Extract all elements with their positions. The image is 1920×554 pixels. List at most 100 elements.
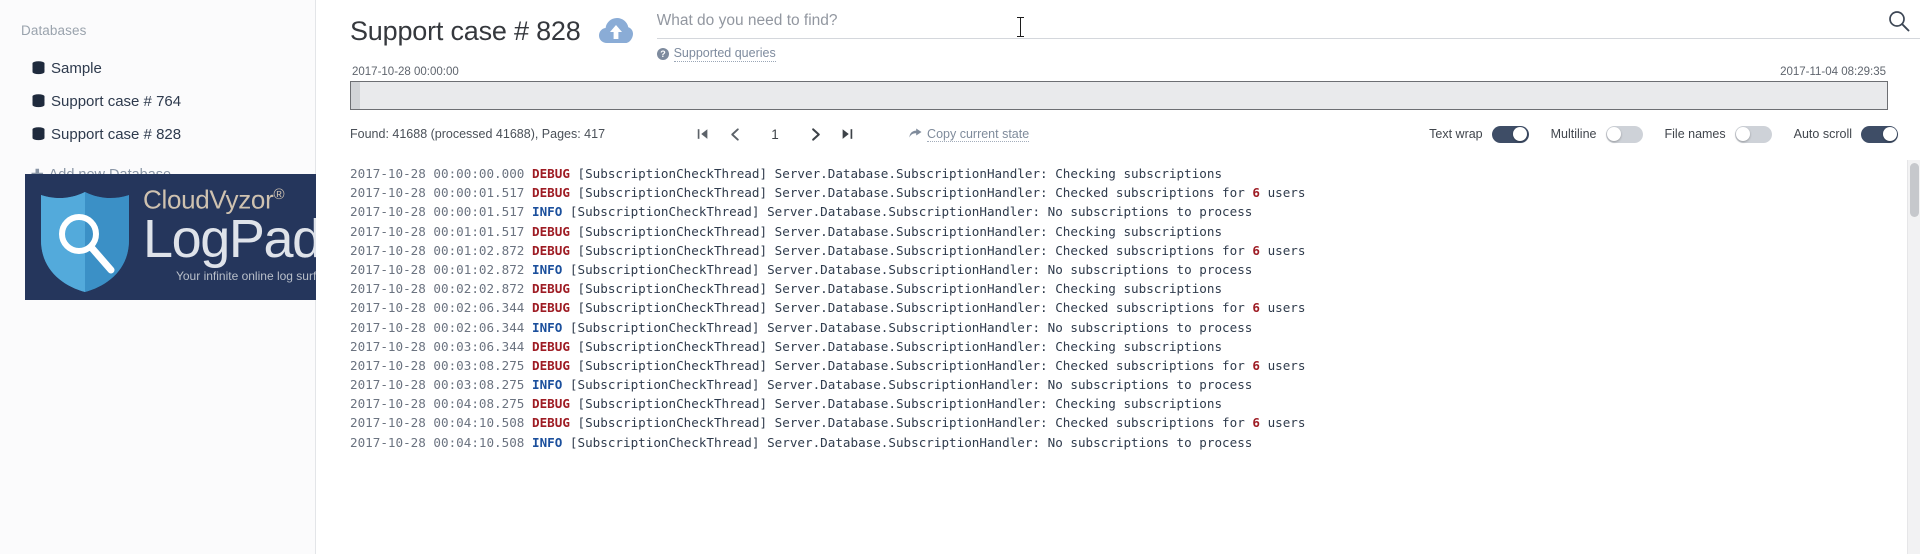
log-timestamp: 2017-10-28 00:00:01.517 — [350, 204, 525, 220]
database-item-1[interactable]: Support case # 764 — [0, 85, 315, 118]
supported-queries-link[interactable]: ? Supported queries — [656, 46, 776, 62]
log-logger: Server.Database.SubscriptionHandler: — [774, 242, 1048, 258]
log-thread: [SubscriptionCheckThread] — [569, 434, 760, 450]
next-page-button[interactable] — [801, 121, 829, 147]
log-logger: Server.Database.SubscriptionHandler: — [774, 300, 1048, 316]
log-thread: [SubscriptionCheckThread] — [577, 242, 768, 258]
log-line: 2017-10-28 00:03:08.275 INFO [Subscripti… — [350, 375, 1920, 394]
supported-queries-label: Supported queries — [673, 46, 776, 62]
log-level: DEBUG — [531, 166, 570, 181]
log-number: 6 — [1252, 415, 1260, 431]
timeline-end-label: 2017-11-04 08:29:35 — [1780, 66, 1886, 78]
previous-page-button[interactable] — [721, 121, 749, 147]
toggle-knob — [1607, 127, 1621, 141]
log-timestamp: 2017-10-28 00:03:08.275 — [350, 357, 525, 373]
log-message: Checking subscriptions — [1055, 166, 1223, 181]
sidebar: Databases Sample Support case # 764 Suppor… — [0, 0, 363, 554]
page-number-input[interactable]: 1 — [753, 127, 797, 142]
search-input[interactable] — [656, 10, 1920, 39]
log-message: No subscriptions to process — [1047, 319, 1253, 335]
log-message: Checking subscriptions — [1055, 338, 1223, 354]
search-button[interactable] — [1888, 10, 1910, 32]
log-thread: [SubscriptionCheckThread] — [577, 281, 768, 297]
log-thread: [SubscriptionCheckThread] — [577, 300, 768, 316]
database-icon — [32, 61, 45, 75]
toggle-knob — [1882, 127, 1897, 141]
log-logger: Server.Database.SubscriptionHandler: — [767, 261, 1041, 277]
log-thread: [SubscriptionCheckThread] — [577, 357, 768, 373]
log-thread: [SubscriptionCheckThread] — [569, 377, 760, 393]
log-thread: [SubscriptionCheckThread] — [577, 396, 768, 412]
log-logger: Server.Database.SubscriptionHandler: — [774, 166, 1048, 181]
timeline-start-label: 2017-10-28 00:00:00 — [352, 66, 459, 78]
log-message: No subscriptions to process — [1047, 434, 1253, 450]
log-timestamp: 2017-10-28 00:01:02.872 — [350, 261, 525, 277]
database-item-2[interactable]: Support case # 828 — [0, 118, 315, 151]
toggle-switch-auto-scroll[interactable] — [1861, 125, 1898, 143]
toggle-switch-file-names[interactable] — [1734, 125, 1772, 143]
log-scrollbar-thumb[interactable] — [1910, 163, 1919, 217]
log-level: DEBUG — [531, 415, 570, 431]
log-message-tail: users — [1267, 357, 1306, 373]
last-page-icon — [842, 129, 853, 139]
toggle-label-text-wrap: Text wrap — [1429, 127, 1483, 141]
log-number: 6 — [1252, 300, 1260, 316]
log-scrollbar[interactable] — [1907, 160, 1920, 554]
log-timestamp: 2017-10-28 00:03:06.344 — [350, 338, 525, 354]
log-thread: [SubscriptionCheckThread] — [569, 319, 760, 335]
log-line: 2017-10-28 00:04:10.508 INFO [Subscripti… — [350, 433, 1920, 452]
log-logger: Server.Database.SubscriptionHandler: — [774, 223, 1048, 239]
database-item-0[interactable]: Sample — [0, 52, 315, 85]
toggle-label-file-names: File names — [1664, 127, 1726, 141]
cloud-upload-button[interactable] — [598, 18, 633, 45]
toggle-knob — [1736, 127, 1751, 141]
log-logger: Server.Database.SubscriptionHandler: — [774, 415, 1048, 431]
database-list: Sample Support case # 764 Support case # 8… — [0, 52, 315, 151]
log-timestamp: 2017-10-28 00:02:06.344 — [350, 319, 525, 335]
log-level: DEBUG — [531, 223, 570, 239]
log-logger: Server.Database.SubscriptionHandler: — [767, 434, 1041, 450]
timeline-slider[interactable] — [350, 81, 1888, 110]
logpad-logo-banner: CloudVyzor® LogPad Your infinite online … — [25, 174, 363, 300]
log-line: 2017-10-28 00:02:06.344 INFO [Subscripti… — [350, 318, 1920, 337]
last-page-button[interactable] — [833, 121, 861, 147]
log-thread: [SubscriptionCheckThread] — [577, 223, 768, 239]
log-logger: Server.Database.SubscriptionHandler: — [774, 281, 1048, 297]
log-timestamp: 2017-10-28 00:04:10.508 — [350, 434, 525, 450]
log-timestamp: 2017-10-28 00:04:08.275 — [350, 396, 525, 412]
log-message-tail: users — [1267, 415, 1306, 431]
first-page-button[interactable] — [689, 121, 717, 147]
toggle-knob — [1513, 127, 1528, 141]
database-item-label: Support case # 764 — [51, 93, 182, 110]
log-thread: [SubscriptionCheckThread] — [577, 338, 768, 354]
log-line: 2017-10-28 00:02:02.872 DEBUG [Subscript… — [350, 279, 1920, 298]
log-message: Checked subscriptions for — [1055, 300, 1245, 316]
log-number: 6 — [1252, 357, 1260, 373]
log-timestamp: 2017-10-28 00:01:01.517 — [350, 223, 525, 239]
log-message: Checked subscriptions for — [1055, 415, 1245, 431]
chevron-left-icon — [730, 127, 739, 141]
log-level: INFO — [531, 261, 563, 277]
timeline-handle-left[interactable] — [351, 82, 360, 109]
timeline-block: 2017-10-28 00:00:00 2017-11-04 08:29:35 — [316, 66, 1920, 110]
toggle-group-container: Text wrap Multiline File names Auto scroll — [1429, 125, 1898, 143]
toggle-switch-text-wrap[interactable] — [1491, 125, 1529, 143]
databases-heading: Databases — [21, 23, 87, 38]
toggle-switch-multiline[interactable] — [1605, 125, 1643, 143]
log-number: 6 — [1252, 242, 1260, 258]
log-viewport[interactable]: 2017-10-28 00:00:00.000 DEBUG [Subscript… — [316, 160, 1920, 554]
log-timestamp: 2017-10-28 00:02:02.872 — [350, 281, 525, 297]
log-level: INFO — [531, 319, 563, 335]
copy-current-state-button[interactable]: Copy current state — [909, 127, 1030, 142]
toggle-group-text-wrap: Text wrap — [1429, 125, 1529, 143]
toggle-label-multiline: Multiline — [1550, 127, 1597, 141]
log-level: DEBUG — [531, 357, 570, 373]
log-line: 2017-10-28 00:02:06.344 DEBUG [Subscript… — [350, 298, 1920, 317]
log-thread: [SubscriptionCheckThread] — [577, 166, 768, 181]
log-message: Checking subscriptions — [1055, 281, 1223, 297]
toggle-group-multiline: Multiline — [1550, 125, 1643, 143]
log-timestamp: 2017-10-28 00:02:06.344 — [350, 300, 525, 316]
log-thread: [SubscriptionCheckThread] — [569, 204, 760, 220]
log-number: 6 — [1252, 185, 1260, 201]
log-line: 2017-10-28 00:04:08.275 DEBUG [Subscript… — [350, 394, 1920, 413]
